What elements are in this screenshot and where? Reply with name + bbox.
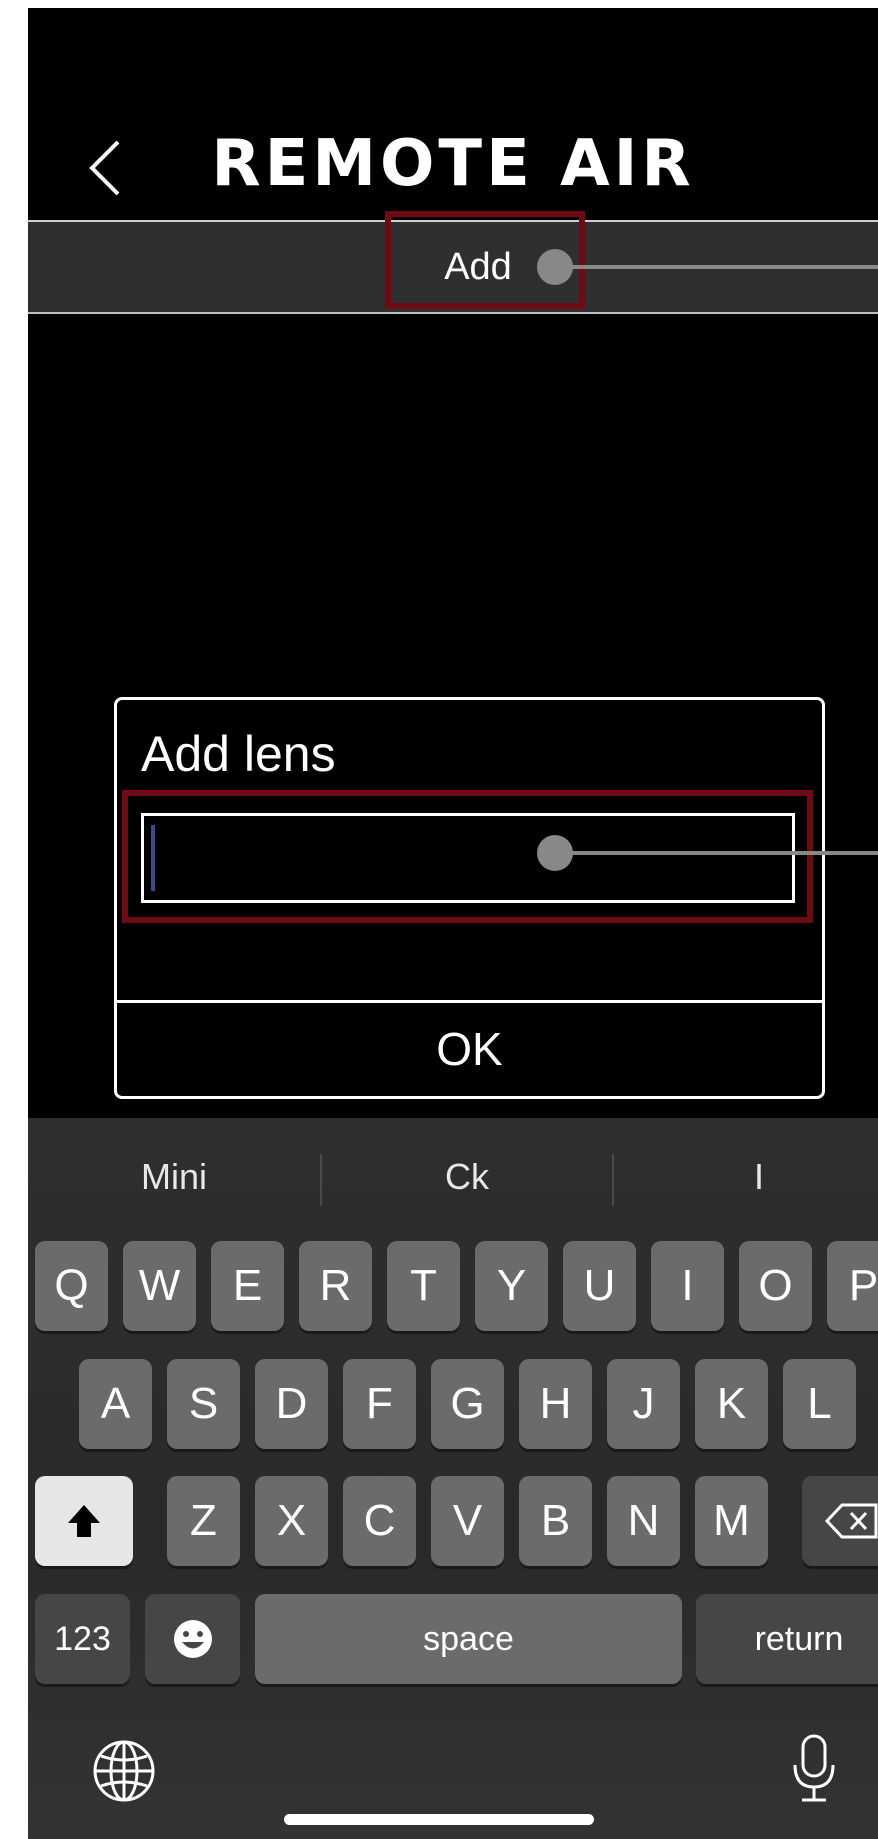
- add-bar: Add: [28, 211, 878, 312]
- emoji-key[interactable]: [145, 1594, 240, 1684]
- key-x[interactable]: X: [255, 1476, 328, 1566]
- key-t[interactable]: T: [387, 1241, 460, 1331]
- key-u[interactable]: U: [563, 1241, 636, 1331]
- key-e[interactable]: E: [211, 1241, 284, 1331]
- key-n[interactable]: N: [607, 1476, 680, 1566]
- app-screen: REMOTE AIR Add Add lens OK Mini Ck I Q W…: [28, 8, 878, 1839]
- key-s[interactable]: S: [167, 1359, 240, 1449]
- microphone-button[interactable]: [790, 1733, 838, 1810]
- key-f[interactable]: F: [343, 1359, 416, 1449]
- delete-icon: [824, 1503, 878, 1539]
- space-key[interactable]: space: [255, 1594, 682, 1684]
- input-callout-line: [555, 851, 878, 855]
- delete-key[interactable]: [802, 1476, 878, 1566]
- shift-icon: [68, 1505, 100, 1537]
- return-key[interactable]: return: [696, 1594, 878, 1684]
- numbers-key[interactable]: 123: [35, 1594, 130, 1684]
- key-v[interactable]: V: [431, 1476, 504, 1566]
- suggestion-3[interactable]: I: [614, 1118, 878, 1228]
- globe-icon: [93, 1740, 155, 1802]
- suggestion-2[interactable]: Ck: [322, 1118, 612, 1228]
- key-w[interactable]: W: [123, 1241, 196, 1331]
- add-lens-dialog: Add lens OK: [114, 697, 825, 1099]
- key-r[interactable]: R: [299, 1241, 372, 1331]
- key-m[interactable]: M: [695, 1476, 768, 1566]
- suggestion-1[interactable]: Mini: [28, 1118, 320, 1228]
- suggestion-bar: Mini Ck I: [28, 1118, 878, 1228]
- key-p[interactable]: P: [827, 1241, 878, 1331]
- key-a[interactable]: A: [79, 1359, 152, 1449]
- key-c[interactable]: C: [343, 1476, 416, 1566]
- key-h[interactable]: H: [519, 1359, 592, 1449]
- ok-button[interactable]: OK: [117, 1003, 822, 1096]
- key-i[interactable]: I: [651, 1241, 724, 1331]
- microphone-icon: [793, 1734, 835, 1802]
- text-caret: [151, 825, 155, 891]
- emoji-icon: [173, 1620, 212, 1658]
- key-z[interactable]: Z: [167, 1476, 240, 1566]
- add-bar-divider: [28, 312, 878, 314]
- key-o[interactable]: O: [739, 1241, 812, 1331]
- key-l[interactable]: L: [783, 1359, 856, 1449]
- add-callout-line: [555, 265, 878, 269]
- app-title: REMOTE AIR: [211, 127, 695, 201]
- key-q[interactable]: Q: [35, 1241, 108, 1331]
- key-k[interactable]: K: [695, 1359, 768, 1449]
- lens-name-input[interactable]: [141, 813, 795, 903]
- keyboard: Mini Ck I Q W E R T Y U I O P A S D F G …: [28, 1118, 878, 1839]
- key-g[interactable]: G: [431, 1359, 504, 1449]
- globe-button[interactable]: [91, 1738, 157, 1809]
- dialog-title: Add lens: [141, 726, 336, 782]
- key-j[interactable]: J: [607, 1359, 680, 1449]
- key-b[interactable]: B: [519, 1476, 592, 1566]
- header: REMOTE AIR: [28, 8, 878, 222]
- key-y[interactable]: Y: [475, 1241, 548, 1331]
- home-indicator[interactable]: [284, 1814, 594, 1825]
- key-d[interactable]: D: [255, 1359, 328, 1449]
- shift-key[interactable]: [35, 1476, 133, 1566]
